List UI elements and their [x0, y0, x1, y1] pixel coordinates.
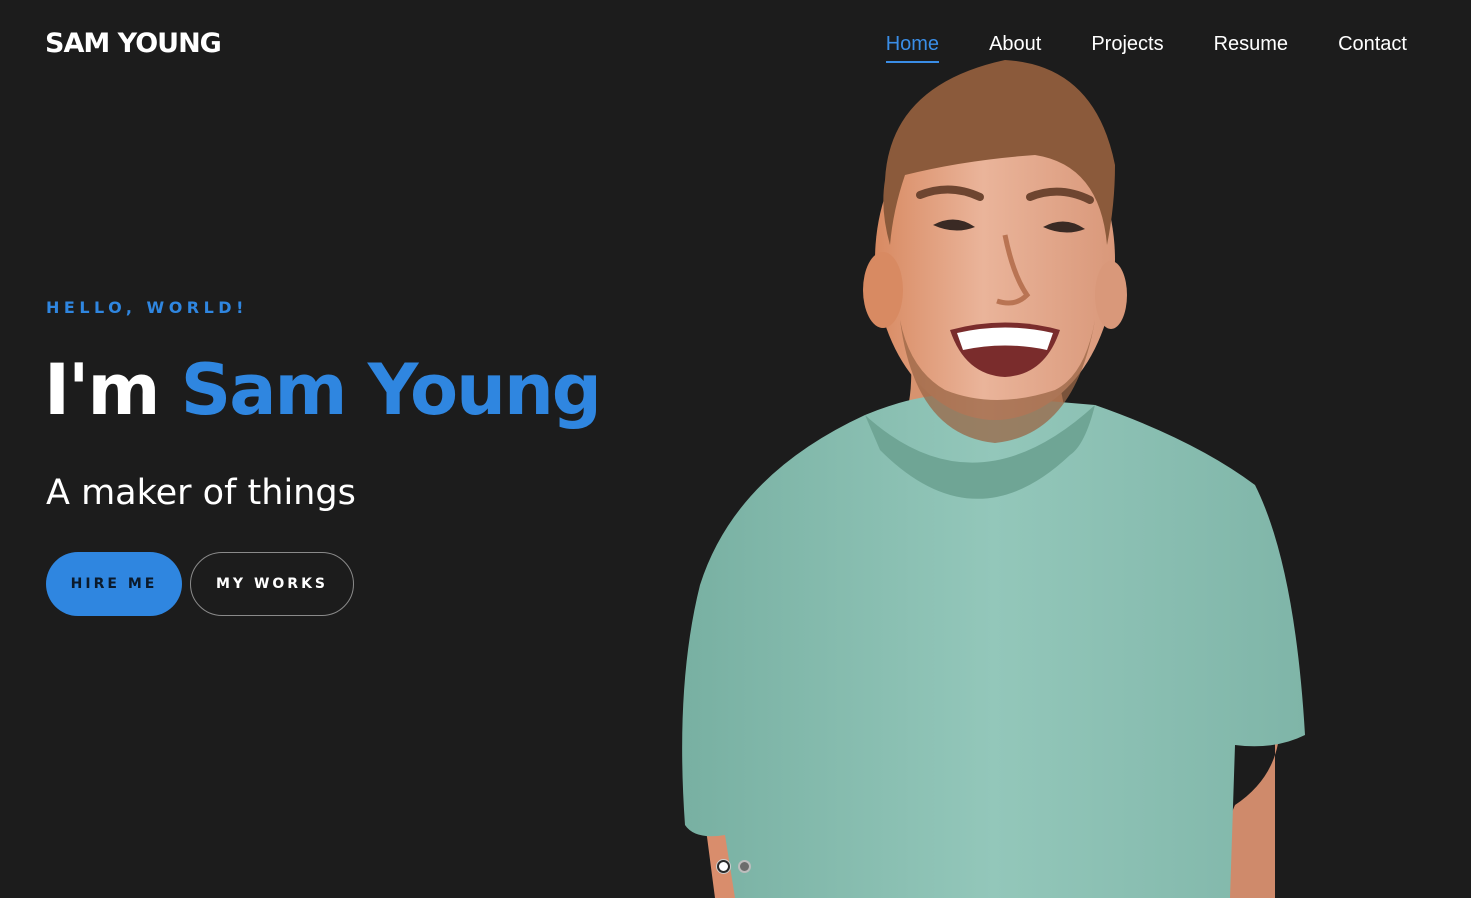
hero-page: SAM YOUNG Home About Projects Resume Con… [0, 0, 1471, 898]
hero-headline: I'm Sam Young [44, 345, 602, 435]
site-logo[interactable]: SAM YOUNG [45, 28, 222, 60]
hero-buttons: HIRE ME MY WORKS [46, 552, 354, 616]
slider-pagination [717, 860, 751, 873]
my-works-button[interactable]: MY WORKS [190, 552, 354, 616]
slider-dot-1[interactable] [717, 860, 730, 873]
hire-me-button[interactable]: HIRE ME [46, 552, 182, 616]
nav-link-contact[interactable]: Contact [1338, 30, 1407, 58]
headline-name: Sam Young [180, 349, 602, 431]
portrait-photo [682, 60, 1305, 898]
hero-eyebrow: HELLO, WORLD! [46, 298, 248, 317]
slider-dot-2[interactable] [738, 860, 751, 873]
headline-lead: I'm [44, 349, 160, 431]
hero-tagline: A maker of things [46, 473, 356, 513]
